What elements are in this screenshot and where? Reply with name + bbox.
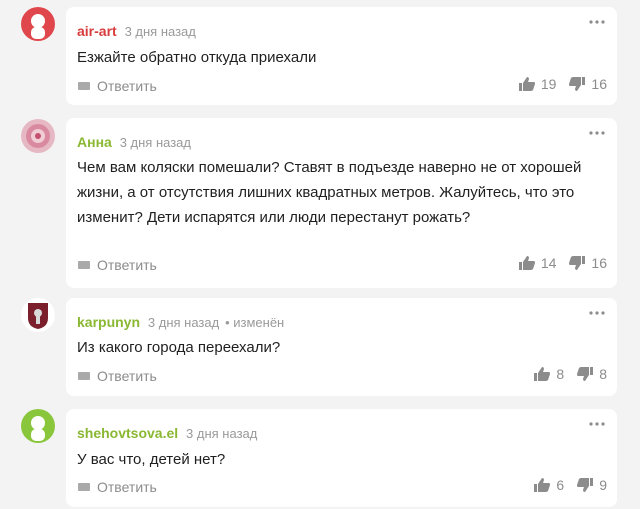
thumbs-down-icon [569, 256, 586, 270]
more-options-icon[interactable] [587, 418, 607, 430]
reply-label: Ответить [97, 257, 157, 273]
comment-card: Анна 3 дня назад Чем вам коляски помешал… [66, 118, 617, 288]
like-button[interactable]: 8 [533, 366, 564, 382]
comment-text: Из какого города переехали? [77, 339, 281, 356]
comment-header: air-art 3 дня назад [77, 23, 196, 39]
reply-label: Ответить [97, 368, 157, 384]
reply-button[interactable]: Ответить [77, 368, 157, 384]
avatar[interactable] [21, 409, 55, 443]
author-name[interactable]: air-art [77, 23, 117, 39]
comment-card: air-art 3 дня назад Езжайте обратно отку… [66, 7, 617, 105]
timestamp: 3 дня назад [186, 426, 258, 441]
reply-icon [78, 261, 90, 269]
comment-card: karpunyn 3 дня назад • изменён Из какого… [66, 298, 617, 396]
comment-card: shehovtsova.el 3 дня назад У вас что, де… [66, 409, 617, 507]
dislike-button[interactable]: 8 [576, 366, 607, 382]
like-count: 6 [556, 477, 565, 493]
comment-header: Анна 3 дня назад [77, 134, 191, 150]
reply-button[interactable]: Ответить [77, 257, 157, 273]
flower-photo [21, 119, 55, 153]
reply-label: Ответить [97, 479, 157, 495]
like-count: 19 [540, 76, 557, 92]
comment-text: Езжайте обратно откуда приехали [77, 49, 317, 66]
reply-icon [78, 483, 90, 491]
person-icon [21, 7, 55, 41]
comment-header: karpunyn 3 дня назад • изменён [77, 314, 284, 330]
reply-icon [78, 372, 90, 380]
reply-button[interactable]: Ответить [77, 479, 157, 495]
like-button[interactable]: 14 [518, 255, 557, 271]
comment-header: shehovtsova.el 3 дня назад [77, 425, 257, 441]
reply-button[interactable]: Ответить [77, 78, 157, 94]
reply-label: Ответить [97, 78, 157, 94]
like-button[interactable]: 19 [518, 76, 557, 92]
author-name[interactable]: Анна [77, 134, 112, 150]
like-count: 8 [556, 366, 565, 382]
dislike-count: 16 [591, 255, 607, 271]
person-icon [21, 409, 55, 443]
votes: 19 16 [506, 76, 607, 92]
more-options-icon[interactable] [587, 307, 607, 319]
avatar[interactable] [21, 7, 55, 41]
timestamp: 3 дня назад [147, 315, 220, 330]
coat-of-arms-icon [21, 298, 55, 332]
dislike-button[interactable]: 16 [568, 76, 607, 92]
dislike-button[interactable]: 16 [568, 255, 607, 271]
more-options-icon[interactable] [587, 16, 607, 28]
votes: 6 9 [521, 477, 607, 493]
like-count: 14 [540, 255, 557, 271]
thumbs-down-icon [577, 367, 594, 381]
avatar[interactable] [21, 298, 55, 332]
avatar[interactable] [21, 119, 55, 153]
edited-label: • изменён [225, 315, 285, 330]
votes: 8 8 [521, 366, 607, 382]
thumbs-up-icon [534, 367, 551, 381]
reply-icon [78, 82, 90, 90]
like-button[interactable]: 6 [533, 477, 564, 493]
comment-text: Чем вам коляски помешали? Ставят в подъе… [77, 159, 582, 226]
comment-text: У вас что, детей нет? [77, 451, 226, 468]
dislike-count: 9 [599, 477, 607, 493]
timestamp: 3 дня назад [124, 24, 196, 39]
more-options-icon[interactable] [587, 127, 607, 139]
thumbs-up-icon [518, 77, 535, 91]
dislike-count: 16 [591, 76, 607, 92]
timestamp: 3 дня назад [119, 135, 191, 150]
thumbs-up-icon [518, 256, 535, 270]
author-name[interactable]: shehovtsova.el [77, 425, 178, 441]
thumbs-down-icon [569, 77, 586, 91]
thumbs-down-icon [577, 478, 594, 492]
votes: 14 16 [506, 255, 607, 271]
thumbs-up-icon [534, 478, 551, 492]
dislike-count: 8 [599, 366, 607, 382]
author-name[interactable]: karpunyn [77, 314, 140, 330]
dislike-button[interactable]: 9 [576, 477, 607, 493]
